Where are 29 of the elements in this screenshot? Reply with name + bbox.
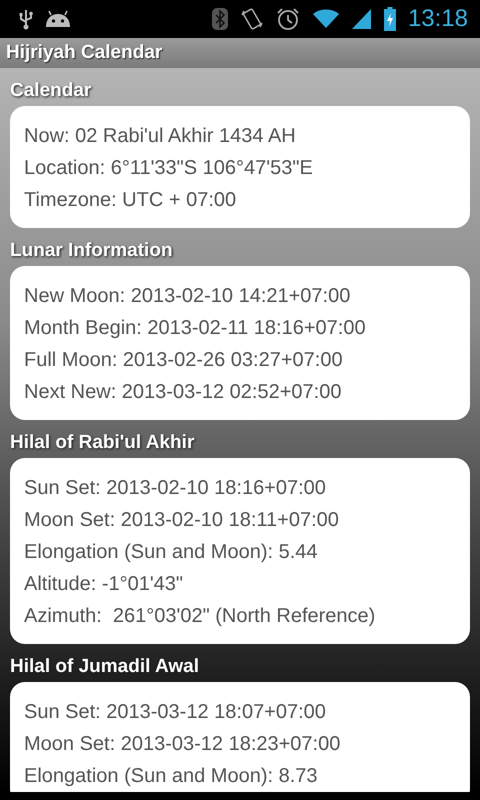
section-heading: Calendar: [10, 79, 92, 103]
battery-icon: [384, 7, 396, 31]
info-text: Elongation (Sun and Moon): 5.44: [24, 540, 319, 565]
alarm-icon: [276, 7, 300, 31]
robot-icon: [44, 10, 72, 28]
app-title: Hijriyah Calendar: [6, 42, 162, 64]
usb-icon: [18, 8, 34, 30]
section-heading: Lunar Information: [10, 239, 174, 263]
info-text: New Moon: 2013-02-10 14:21+07:00: [24, 284, 352, 309]
section-heading: Hilal of Rabi'ul Akhir: [10, 431, 196, 455]
info-text: Sun Set: 2013-03-12 18:07+07:00: [24, 700, 327, 725]
info-text: Month Begin: 2013-02-11 18:16+07:00: [24, 316, 367, 341]
info-text: Location: 6°11'33"S 106°47'53"E: [24, 156, 314, 181]
wifi-icon: [312, 8, 340, 30]
info-text: Timezone: UTC + 07:00: [24, 188, 238, 213]
clock-time: 13:18: [408, 5, 468, 33]
signal-icon: [352, 8, 372, 30]
info-text: Moon Set: 2013-03-12 18:23+07:00: [24, 732, 342, 757]
info-text: Sun Set: 2013-02-10 18:16+07:00: [24, 476, 327, 501]
info-text: Azimuth: 261°03'02" (North Reference): [24, 604, 376, 629]
rotation-icon: [240, 7, 264, 31]
info-text: Next New: 2013-03-12 02:52+07:00: [24, 380, 342, 405]
section-heading: Hilal of Jumadil Awal: [10, 655, 200, 679]
info-text: Elongation (Sun and Moon): 8.73: [24, 764, 319, 789]
bluetooth-icon: [212, 8, 228, 30]
info-text: Full Moon: 2013-02-26 03:27+07:00: [24, 348, 344, 373]
info-text: Altitude: -1°01'43": [24, 572, 184, 597]
info-text: Now: 02 Rabi'ul Akhir 1434 AH: [24, 124, 297, 149]
info-text: Moon Set: 2013-02-10 18:11+07:00: [24, 508, 340, 533]
